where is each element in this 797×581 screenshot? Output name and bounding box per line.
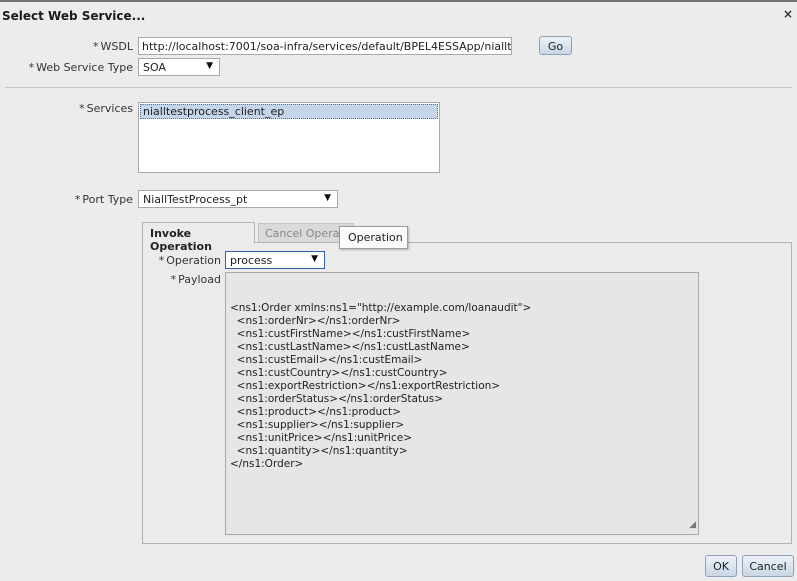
web-service-type-label: * Web Service Type [28,61,133,74]
close-icon[interactable]: × [783,7,793,21]
required-marker: * [158,254,165,267]
payload-label: * Payload [170,273,221,286]
services-listbox[interactable]: nialltestprocess_client_ep [138,102,440,173]
tab-invoke-operation[interactable]: Invoke Operation [142,222,255,253]
payload-line: <ns1:Order xmlns:ns1="http://example.com… [230,302,532,314]
operation-value: process [230,254,273,267]
web-service-type-select[interactable]: SOA ▼ [138,58,220,76]
payload-line: <ns1:quantity></ns1:quantity> [230,445,408,457]
dialog-titlebar: Select Web Service... × [0,2,797,28]
ok-button[interactable]: OK [705,555,737,577]
payload-line: <ns1:custCountry></ns1:custCountry> [230,367,448,379]
cancel-button[interactable]: Cancel [742,555,794,577]
payload-textarea[interactable]: <ns1:Order xmlns:ns1="http://example.com… [225,272,699,535]
payload-line: <ns1:exportRestriction></ns1:exportRestr… [230,380,501,392]
chevron-down-icon: ▼ [324,193,331,203]
go-button[interactable]: Go [539,36,572,55]
chevron-down-icon: ▼ [206,61,213,71]
payload-line: <ns1:custFirstName></ns1:custFirstName> [230,328,471,340]
section-divider [5,87,792,88]
operation-select[interactable]: process ▼ [225,251,325,269]
payload-line: <ns1:product></ns1:product> [230,406,401,418]
payload-line: <ns1:custLastName></ns1:custLastName> [230,341,470,353]
required-marker: * [28,61,35,74]
operation-tooltip: Operation [339,226,408,249]
required-marker: * [79,102,85,115]
chevron-down-icon: ▼ [311,254,318,264]
required-marker: * [170,273,177,286]
operation-label: * Operation [158,254,221,267]
resize-grip-icon[interactable]: ◢ [689,519,696,532]
required-marker: * [74,193,81,206]
payload-line: <ns1:orderNr></ns1:orderNr> [230,315,401,327]
wsdl-input[interactable]: http://localhost:7001/soa-infra/services… [138,37,512,55]
services-label: * Services [79,102,133,115]
payload-line: <ns1:supplier></ns1:supplier> [230,419,405,431]
payload-line: </ns1:Order> [230,458,304,470]
port-type-value: NiallTestProcess_pt [143,193,248,206]
payload-line: <ns1:unitPrice></ns1:unitPrice> [230,432,413,444]
web-service-type-value: SOA [143,61,166,74]
port-type-label: * Port Type [74,193,133,206]
payload-line: <ns1:custEmail></ns1:custEmail> [230,354,423,366]
required-marker: * [93,40,99,53]
port-type-select[interactable]: NiallTestProcess_pt ▼ [138,190,338,208]
payload-line: <ns1:orderStatus></ns1:orderStatus> [230,393,444,405]
list-item[interactable]: nialltestprocess_client_ep [140,104,438,119]
payload-content: <ns1:Order xmlns:ns1="http://example.com… [230,302,694,471]
dialog-title: Select Web Service... [2,9,146,23]
wsdl-label: * WSDL [93,40,133,53]
